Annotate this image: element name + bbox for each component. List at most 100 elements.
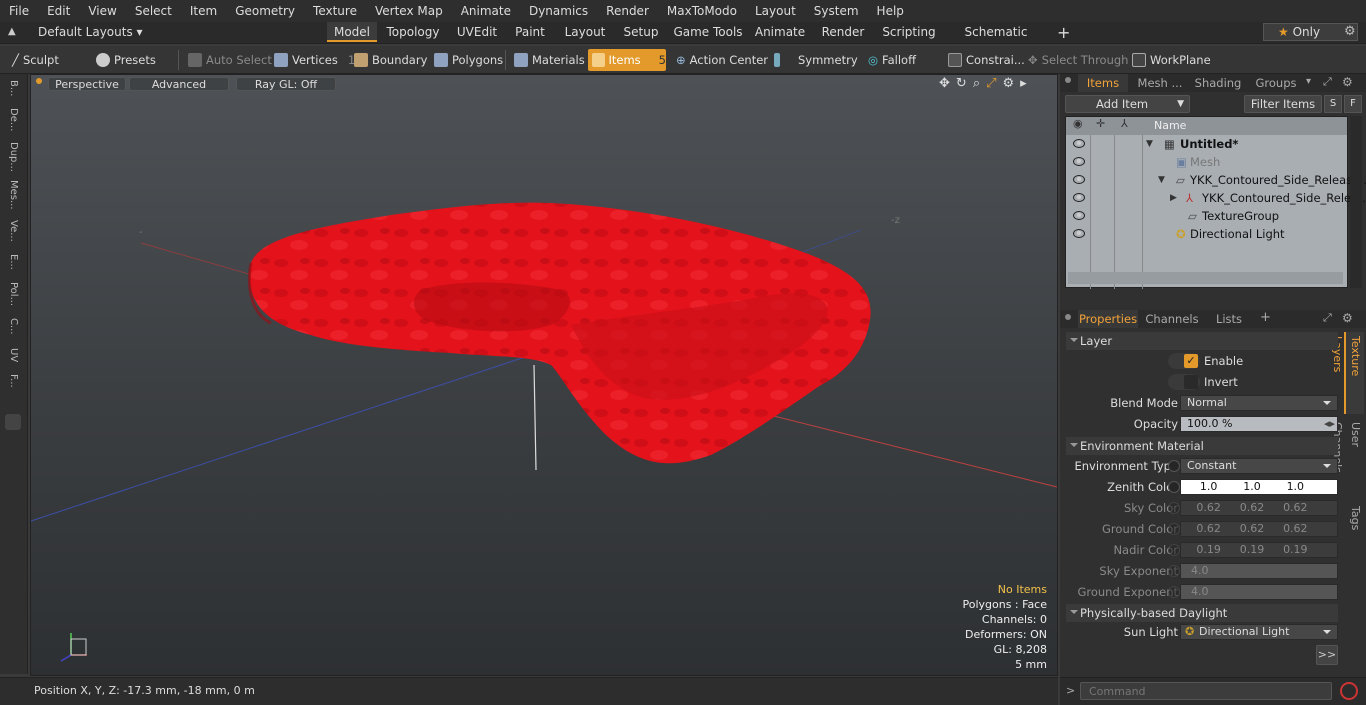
panel-settings-icon[interactable]: ⚙ (1342, 75, 1353, 89)
menu-render[interactable]: Render (597, 0, 658, 22)
presets-button[interactable]: Presets (92, 49, 156, 71)
tab-game-tools[interactable]: Game Tools (672, 22, 744, 42)
tab-render[interactable]: Render (816, 22, 870, 42)
command-input[interactable] (1080, 682, 1332, 700)
tab-shading[interactable]: Shading (1190, 74, 1246, 92)
record-icon[interactable] (1340, 682, 1358, 700)
sky-exp-anim-icon[interactable] (1168, 565, 1180, 577)
opacity-slider[interactable]: 100.0 % ◂▸ (1180, 416, 1338, 432)
sky-anim-icon[interactable] (1168, 502, 1180, 514)
action-center-button[interactable]: ⊕ Action Center (672, 49, 768, 71)
tree-row-scene[interactable]: ▼ ▦ Untitled* (1066, 135, 1348, 153)
eye-icon[interactable] (1073, 139, 1085, 148)
filter-items-button[interactable]: Filter Items (1244, 95, 1322, 113)
add-tab-icon[interactable]: + (1057, 23, 1070, 42)
expand-panel-icon[interactable]: ⤢ (1323, 75, 1332, 89)
ground-exponent-slider[interactable]: 4.0 (1180, 584, 1338, 600)
daylight-section-header[interactable]: Physically-based Daylight (1066, 604, 1338, 622)
tool-tab-curve[interactable]: C... (4, 318, 22, 344)
tab-setup[interactable]: Setup (618, 22, 664, 42)
tree-row-group-2[interactable]: ▶ ⅄ YKK_Contoured_Side_Rele ... (1066, 189, 1366, 207)
nadir-color-field[interactable]: 0.19 0.19 0.19 (1180, 542, 1338, 558)
eye-icon[interactable] (1073, 193, 1085, 202)
workplane-button[interactable]: WorkPlane (1128, 49, 1211, 71)
ground-color-field[interactable]: 0.62 0.62 0.62 (1180, 521, 1338, 537)
eye-icon[interactable] (1073, 157, 1085, 166)
ground-exp-anim-icon[interactable] (1168, 586, 1180, 598)
tab-animate[interactable]: Animate (752, 22, 808, 42)
eye-icon[interactable] (1073, 175, 1085, 184)
tab-scripting[interactable]: Scripting (878, 22, 940, 42)
enable-toggle[interactable]: ✓ (1168, 353, 1200, 369)
zenith-color-field[interactable]: 1.0 1.0 1.0 (1180, 479, 1338, 495)
tool-tab-polygon[interactable]: Pol... (4, 282, 22, 314)
menu-vertex-map[interactable]: Vertex Map (366, 0, 452, 22)
constraints-button[interactable]: Constrai... (944, 49, 1025, 71)
tool-tab-edge[interactable]: E... (4, 254, 22, 278)
tab-model[interactable]: Model (327, 22, 377, 42)
tool-tab-mesh[interactable]: Mes... (4, 180, 22, 216)
tree-row-texture-group[interactable]: ▱ TextureGroup (1066, 207, 1348, 225)
expand-arrow-icon[interactable]: ▼ (1146, 135, 1153, 153)
invert-toggle[interactable] (1168, 374, 1200, 390)
item-list-vscroll[interactable] (1350, 116, 1362, 288)
tab-topology[interactable]: Topology (382, 22, 444, 42)
menu-help[interactable]: Help (868, 0, 913, 22)
nadir-anim-icon[interactable] (1168, 544, 1180, 556)
items-button[interactable]: Items 5 (588, 49, 666, 71)
item-list-scrollbar[interactable] (1068, 272, 1343, 284)
tree-row-directional-light[interactable]: ✪ Directional Light (1066, 225, 1348, 243)
auto-select-button[interactable]: Auto Select (184, 49, 272, 71)
tab-groups[interactable]: Groups (1248, 74, 1304, 92)
eye-icon[interactable] (1073, 229, 1085, 238)
tab-properties[interactable]: Properties (1078, 310, 1138, 328)
f-button[interactable]: F (1344, 95, 1362, 113)
menu-item[interactable]: Item (181, 0, 226, 22)
tab-schematic-fusion[interactable]: Schematic Fusion (948, 22, 1044, 59)
menu-texture[interactable]: Texture (304, 0, 366, 22)
sky-color-field[interactable]: 0.62 0.62 0.62 (1180, 500, 1338, 516)
environment-section-header[interactable]: Environment Material (1066, 437, 1338, 455)
expand-panel-icon[interactable]: ⤢ (1323, 311, 1332, 325)
ground-anim-icon[interactable] (1168, 523, 1180, 535)
tab-channels[interactable]: Channels (1142, 310, 1202, 328)
eye-icon[interactable] (1073, 211, 1085, 220)
env-type-anim-icon[interactable] (1168, 460, 1180, 472)
menu-edit[interactable]: Edit (38, 0, 79, 22)
tool-tab-deform[interactable]: De... (4, 108, 22, 138)
tool-tab-duplicate[interactable]: Dup... (4, 142, 22, 176)
tab-paint[interactable]: Paint (510, 22, 550, 42)
tab-layout[interactable]: Layout (560, 22, 610, 42)
panel-settings-icon[interactable]: ⚙ (1342, 311, 1353, 325)
sun-light-dropdown[interactable]: ✪ Directional Light (1180, 624, 1338, 640)
tool-strip-toggle[interactable] (5, 414, 21, 430)
tool-tab-uv[interactable]: UV (4, 348, 22, 370)
tool-tab-b[interactable]: B... (4, 80, 22, 106)
menu-system[interactable]: System (805, 0, 868, 22)
more-button[interactable]: >> (1316, 645, 1338, 665)
tree-row-group-1[interactable]: ▼ ▱ YKK_Contoured_Side_Releas ... (1066, 171, 1366, 189)
tool-tab-vertex[interactable]: Ve... (4, 220, 22, 250)
menu-file[interactable]: File (0, 0, 38, 22)
polygons-button[interactable]: Polygons (430, 49, 503, 71)
expand-arrow-icon[interactable]: ▼ (1158, 171, 1165, 189)
add-item-button[interactable]: Add Item ▼ (1065, 95, 1190, 113)
sculpt-button[interactable]: ╱ Sculpt (8, 49, 59, 71)
boundary-button[interactable]: Boundary (350, 49, 427, 71)
menu-layout[interactable]: Layout (746, 0, 805, 22)
blend-mode-dropdown[interactable]: Normal (1180, 395, 1338, 411)
select-through-button[interactable]: ✥ Select Through (1024, 49, 1128, 71)
tab-items[interactable]: Items (1078, 74, 1128, 92)
gear-icon[interactable]: ⚙ (1344, 24, 1356, 39)
materials-button[interactable]: Materials (510, 49, 585, 71)
layout-dropdown[interactable]: Default Layouts ▾ (38, 25, 143, 39)
sky-exponent-slider[interactable]: 4.0 (1180, 563, 1338, 579)
tab-lists[interactable]: Lists (1206, 310, 1252, 328)
s-button[interactable]: S (1324, 95, 1342, 113)
layer-section-header[interactable]: Layer (1066, 332, 1338, 350)
tab-user-channels[interactable]: User Channels (1331, 418, 1364, 496)
collapse-icon[interactable]: ▲ (8, 26, 16, 37)
tabs-dropdown-icon[interactable]: ▾ (1306, 76, 1311, 87)
tab-texture-layers[interactable]: Texture Layers (1331, 332, 1364, 414)
expand-arrow-icon[interactable]: ▶ (1170, 189, 1177, 207)
